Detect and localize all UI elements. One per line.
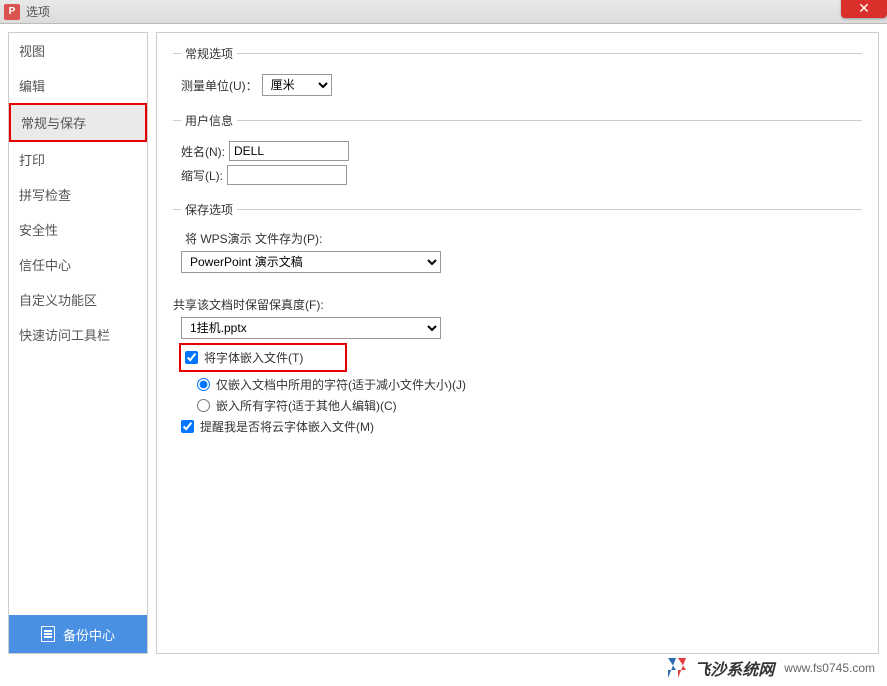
- close-icon: ✕: [858, 0, 870, 17]
- embed-fonts-highlight: 将字体嵌入文件(T): [179, 343, 347, 372]
- sidebar-item-trust-center[interactable]: 信任中心: [9, 247, 147, 282]
- remind-cloud-checkbox[interactable]: [181, 420, 194, 433]
- abbr-label: 缩写(L):: [181, 167, 223, 184]
- dialog-body: 视图 编辑 常规与保存 打印 拼写检查 安全性 信任中心 自定义功能区 快速访问…: [0, 24, 887, 662]
- backup-center-button[interactable]: 备份中心: [9, 615, 147, 653]
- embed-fonts-checkbox[interactable]: [185, 351, 198, 364]
- sidebar-item-view[interactable]: 视图: [9, 33, 147, 68]
- user-info-legend: 用户信息: [181, 112, 237, 129]
- name-input[interactable]: [229, 141, 349, 161]
- titlebar: P 选项 ✕: [0, 0, 887, 24]
- abbr-input[interactable]: [227, 165, 347, 185]
- app-icon: P: [4, 4, 20, 20]
- embed-only-used-label: 仅嵌入文档中所用的字符(适于减小文件大小)(J): [216, 376, 466, 393]
- sidebar-item-security[interactable]: 安全性: [9, 212, 147, 247]
- watermark-icon: [664, 656, 688, 680]
- remind-cloud-label: 提醒我是否将云字体嵌入文件(M): [200, 418, 374, 435]
- sidebar: 视图 编辑 常规与保存 打印 拼写检查 安全性 信任中心 自定义功能区 快速访问…: [8, 32, 148, 654]
- measure-unit-select[interactable]: 厘米: [262, 74, 332, 96]
- window-title: 选项: [26, 3, 50, 20]
- embed-all-label: 嵌入所有字符(适于其他人编辑)(C): [216, 397, 397, 414]
- sidebar-item-quick-access[interactable]: 快速访问工具栏: [9, 317, 147, 352]
- document-icon: [41, 626, 55, 642]
- watermark-text: 飞沙系统网: [694, 656, 774, 680]
- sidebar-item-spellcheck[interactable]: 拼写检查: [9, 177, 147, 212]
- sidebar-item-customize-ribbon[interactable]: 自定义功能区: [9, 282, 147, 317]
- backup-center-label: 备份中心: [63, 625, 115, 644]
- general-options-group: 常规选项 测量单位(U)： 厘米: [173, 45, 862, 104]
- name-label: 姓名(N):: [181, 143, 225, 160]
- save-options-legend: 保存选项: [181, 201, 237, 218]
- general-options-legend: 常规选项: [181, 45, 237, 62]
- watermark: 飞沙系统网 www.fs0745.com: [664, 656, 875, 680]
- close-button[interactable]: ✕: [841, 0, 887, 18]
- embed-only-used-radio[interactable]: [197, 378, 210, 391]
- embed-all-radio[interactable]: [197, 399, 210, 412]
- sidebar-item-general-save[interactable]: 常规与保存: [9, 103, 147, 142]
- save-options-group: 保存选项 将 WPS演示 文件存为(P): PowerPoint 演示文稿: [173, 201, 862, 281]
- user-info-group: 用户信息 姓名(N): 缩写(L):: [173, 112, 862, 193]
- save-as-select[interactable]: PowerPoint 演示文稿: [181, 251, 441, 273]
- fidelity-select[interactable]: 1挂机.pptx: [181, 317, 441, 339]
- sidebar-item-print[interactable]: 打印: [9, 142, 147, 177]
- sidebar-item-edit[interactable]: 编辑: [9, 68, 147, 103]
- fidelity-label: 共享该文档时保留保真度(F):: [173, 296, 324, 313]
- measure-unit-label: 测量单位(U)：: [181, 77, 258, 94]
- save-as-label: 将 WPS演示 文件存为(P):: [185, 230, 322, 247]
- embed-fonts-label: 将字体嵌入文件(T): [204, 349, 303, 366]
- content-panel: 常规选项 测量单位(U)： 厘米 用户信息 姓名(N): 缩写(L): 保存选项: [156, 32, 879, 654]
- watermark-url: www.fs0745.com: [784, 661, 875, 675]
